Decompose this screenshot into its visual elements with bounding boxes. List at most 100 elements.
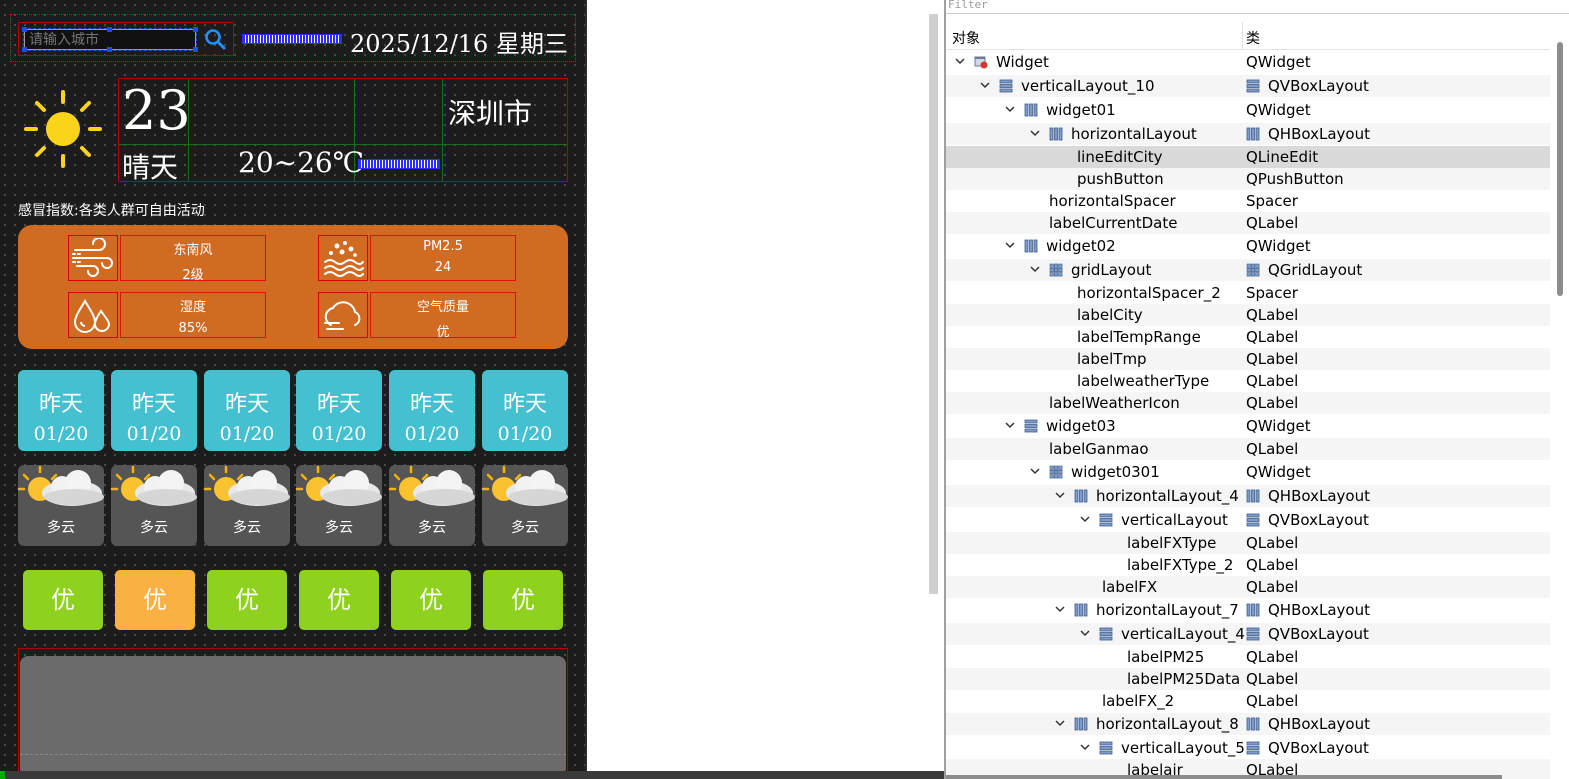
forecast-aq-badge: 优 [391,570,471,630]
object-class: QLabel [1246,350,1299,368]
hbox-icon [1246,127,1260,141]
object-name: labelCity [1077,306,1143,324]
object-class: QLabel [1246,670,1299,688]
selection-handle[interactable] [107,47,112,52]
forecast-day-card: 昨天 01/20 [296,370,382,451]
tree-row[interactable]: horizontalLayout QHBoxLayout [946,123,1550,145]
humidity-title-label: 湿度 [179,300,206,315]
tree-row[interactable]: horizontalLayout_4 QHBoxLayout [946,485,1550,507]
horizontal-spacer[interactable] [242,34,342,44]
tree-row[interactable]: labelFX_2 QLabel [946,690,1550,712]
tree-row[interactable]: lineEditCity QLineEdit [946,146,1550,168]
chevron-down-icon[interactable] [1029,126,1041,140]
tree-row[interactable]: labelGanmao QLabel [946,438,1550,460]
chevron-down-icon[interactable] [1004,238,1016,252]
partly-cloudy-icon [17,465,104,506]
qt-designer-window: 2025/12/16 星期三 23 深圳市 晴天 20~26℃ 感冒指数:各类人… [0,0,1569,779]
tree-row[interactable]: labelCity QLabel [946,304,1550,326]
tree-row[interactable]: labelCurrentDate QLabel [946,212,1550,234]
selection-handle[interactable] [22,47,27,52]
tree-row[interactable]: Widget QWidget [946,51,1550,73]
column-header-object[interactable]: 对象 [952,28,980,48]
object-class: Spacer [1246,192,1298,210]
chevron-down-icon[interactable] [979,78,991,92]
tree-row[interactable]: widget03 QWidget [946,415,1550,437]
tree-row[interactable]: horizontalLayout_8 QHBoxLayout [946,713,1550,735]
canvas-horizontal-scrollbar[interactable] [0,771,944,779]
horizontal-spacer-2[interactable] [358,159,440,169]
tree-row[interactable]: verticalLayout_4 QVBoxLayout [946,623,1550,645]
chevron-down-icon[interactable] [954,54,966,68]
hbox-icon [1024,103,1038,117]
air-quality-title-label: 空气质量 [416,300,469,315]
tree-row[interactable]: pushButton QPushButton [946,168,1550,190]
forecast-aq-badge: 优 [115,570,195,630]
forecast-weather-card: 多云 [295,465,382,546]
selection-handle[interactable] [22,27,27,32]
tree-row[interactable]: labelFX QLabel [946,576,1550,598]
tree-row[interactable]: widget01 QWidget [946,99,1550,121]
forecast-day-name: 昨天 [502,392,547,417]
tree-row[interactable]: horizontalLayout_7 QHBoxLayout [946,599,1550,621]
object-name: horizontalLayout [1071,125,1197,143]
chevron-down-icon[interactable] [1004,102,1016,116]
form-icon [974,55,988,69]
tree-vertical-scrollbar[interactable] [1557,42,1563,296]
tree-row[interactable]: labelFXType QLabel [946,532,1550,554]
object-class: QWidget [1246,463,1311,481]
object-name: labelTmp [1077,350,1147,368]
tree-row[interactable]: widget0301 QWidget [946,461,1550,483]
form-canvas[interactable]: 2025/12/16 星期三 23 深圳市 晴天 20~26℃ 感冒指数:各类人… [0,0,587,778]
grid-divider [119,144,567,145]
object-name: labelCurrentDate [1049,214,1178,232]
tree-row[interactable]: labelTempRange QLabel [946,326,1550,348]
canvas-vertical-scrollbar[interactable] [929,14,938,594]
object-name: pushButton [1077,170,1164,188]
object-name: labelTempRange [1077,328,1201,346]
object-name: verticalLayout_10 [1021,77,1155,95]
chevron-down-icon[interactable] [1029,464,1041,478]
tree-row[interactable]: verticalLayout_10 QVBoxLayout [946,75,1550,97]
tree-row[interactable]: labelPM25 QLabel [946,646,1550,668]
tree-row[interactable]: horizontalSpacer_2 Spacer [946,282,1550,304]
object-name: labelFXType_2 [1127,556,1234,574]
chevron-down-icon[interactable] [1079,626,1091,640]
chevron-down-icon[interactable] [1029,262,1041,276]
chevron-down-icon[interactable] [1054,488,1066,502]
tree-row[interactable]: widget02 QWidget [946,235,1550,257]
object-name: widget0301 [1071,463,1160,481]
tree-row[interactable]: verticalLayout QVBoxLayout [946,509,1550,531]
chevron-down-icon[interactable] [1054,602,1066,616]
vbox-icon [1099,627,1113,641]
tree-row[interactable]: labelFXType_2 QLabel [946,554,1550,576]
filter-input[interactable]: Filter [946,0,1569,14]
chevron-down-icon[interactable] [1054,716,1066,730]
header-separator[interactable] [1242,22,1243,50]
chevron-down-icon[interactable] [1079,740,1091,754]
object-class: QLabel [1246,578,1299,596]
selection-handle[interactable] [193,27,198,32]
search-icon[interactable] [202,26,228,52]
tree-row[interactable]: labelTmp QLabel [946,348,1550,370]
forecast-weather-type: 多云 [140,520,168,536]
selection-handle[interactable] [107,27,112,32]
selection-handle[interactable] [193,47,198,52]
current-date-label: 2025/12/16 星期三 [350,30,568,58]
tree-row[interactable]: gridLayout QGridLayout [946,259,1550,281]
tree-row[interactable]: labelweatherType QLabel [946,370,1550,392]
object-class: QLabel [1246,440,1299,458]
object-class: QLabel [1246,372,1299,390]
tree-horizontal-scrollbar[interactable] [946,775,1502,779]
forecast-day-card: 昨天 01/20 [482,370,568,451]
chevron-down-icon[interactable] [1079,512,1091,526]
tree-row[interactable]: labelWeatherIcon QLabel [946,392,1550,414]
tree-row[interactable]: verticalLayout_5 QVBoxLayout [946,737,1550,759]
tree-row[interactable]: labelPM25Data QLabel [946,668,1550,690]
column-header-class[interactable]: 类 [1246,28,1260,48]
forecast-weather-type: 多云 [418,520,446,536]
tree-row[interactable]: horizontalSpacer Spacer [946,190,1550,212]
object-class: QVBoxLayout [1268,625,1369,643]
forecast-weather-card: 多云 [481,465,568,546]
chevron-down-icon[interactable] [1004,418,1016,432]
forecast-day-name: 昨天 [131,392,176,417]
